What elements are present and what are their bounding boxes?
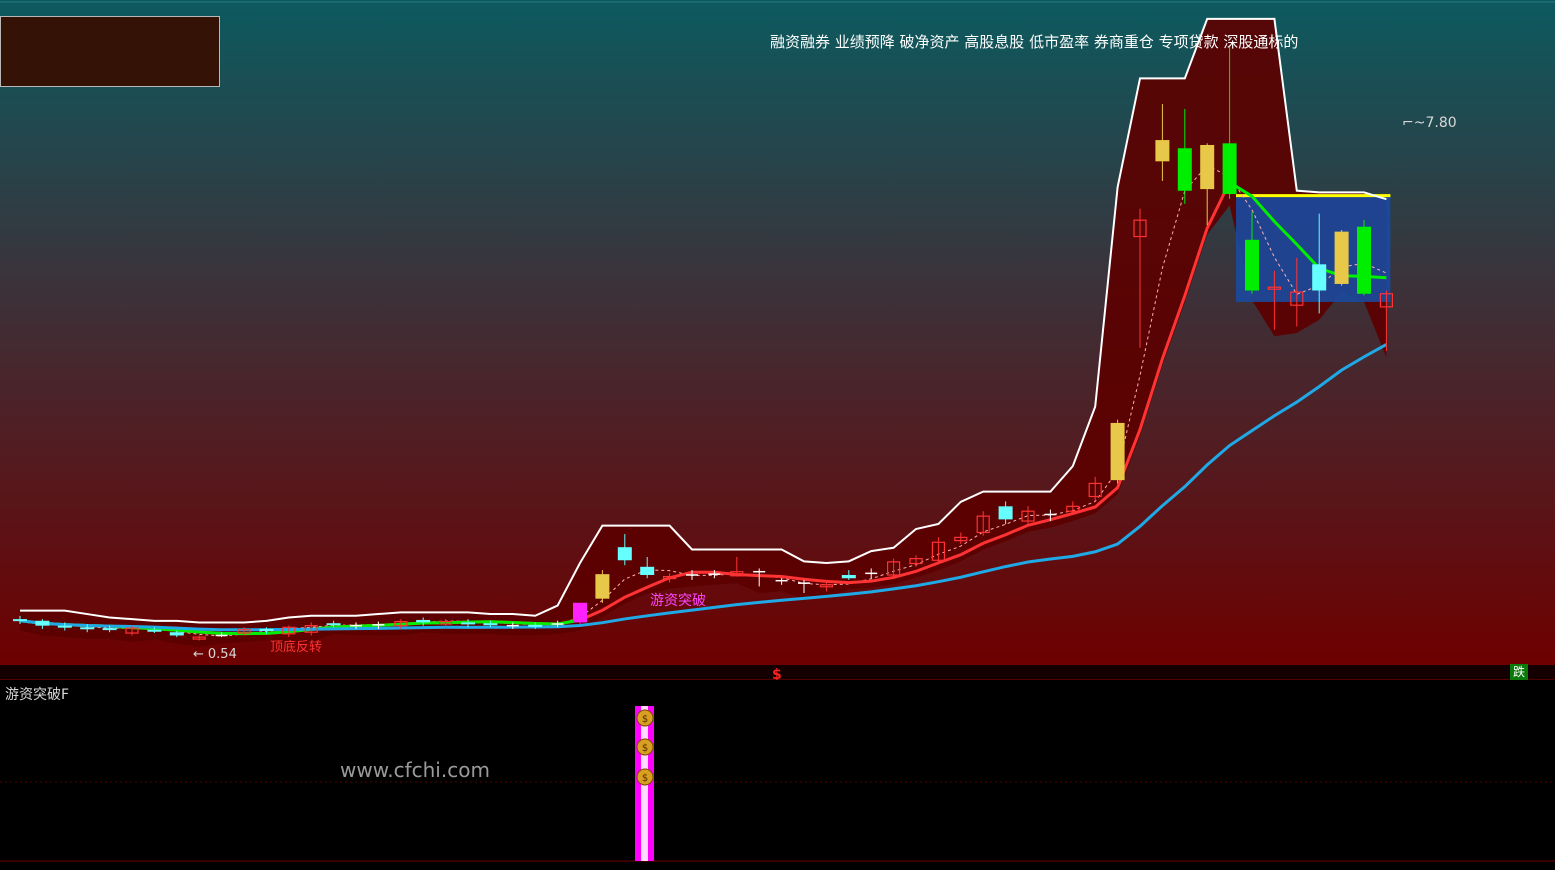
candle-body (1312, 264, 1327, 291)
candle-body (13, 619, 27, 622)
candle-body (259, 628, 274, 631)
candle-body (1177, 148, 1192, 191)
candle-body (169, 632, 184, 636)
money-bag-icon: $ (636, 738, 654, 756)
indicator-title: 游资突破F (5, 687, 70, 703)
candle-body (841, 574, 856, 579)
info-panel (0, 16, 220, 87)
candle-body (1334, 231, 1349, 284)
candle (1334, 229, 1349, 286)
candle-body (147, 629, 162, 632)
down-badge: 跌 (1510, 664, 1528, 680)
candle-body (1110, 422, 1125, 481)
indicator-panel[interactable]: $ $ $ (0, 682, 1555, 866)
candle-body (998, 506, 1013, 520)
reversal-label: 顶底反转 (270, 639, 322, 655)
candle (595, 570, 610, 603)
watermark: www.cfchi.com (340, 758, 490, 782)
candle-body (617, 547, 632, 561)
svg-text:$: $ (642, 714, 648, 725)
candle-body (640, 566, 655, 575)
svg-text:$: $ (642, 773, 648, 784)
money-bag-icon: $ (636, 709, 654, 727)
candle-body (1245, 239, 1259, 291)
candle-body (80, 627, 95, 630)
candle (573, 602, 587, 625)
candle-body (57, 625, 72, 628)
candle-body (1222, 143, 1237, 195)
breakout-label: 游资突破 (650, 593, 706, 609)
candlestick-chart[interactable]: ⌐~7.80 ← 0.54 游资突破 顶底反转 $ (0, 0, 1555, 683)
candle-body (35, 620, 50, 626)
candle-body (461, 622, 475, 625)
dollar-marker: $ (772, 667, 782, 680)
candle-body (1200, 144, 1215, 190)
indicator-chart: $ $ $ (0, 706, 1555, 862)
high-price-label: ⌐~7.80 (1402, 115, 1457, 131)
candle-body (416, 619, 431, 623)
concept-tags: 融资融券 业绩预降 破净资产 高股息股 低市盈率 券商重仓 专项贷款 深股通标的 (770, 33, 1299, 51)
candle (1357, 220, 1371, 296)
candle-body (102, 628, 117, 631)
candle-body (1357, 226, 1371, 294)
candle-body (483, 623, 498, 626)
money-bag-icon: $ (636, 768, 654, 786)
candle-body (595, 574, 610, 599)
candle-body (326, 623, 341, 626)
candle-body (528, 624, 543, 627)
low-price-label: ← 0.54 (193, 647, 237, 662)
candle (1110, 419, 1125, 484)
main-chart-panel[interactable]: ⌐~7.80 ← 0.54 游资突破 顶底反转 $ (0, 0, 1555, 683)
candle-body (573, 602, 587, 623)
svg-text:$: $ (642, 743, 648, 754)
candle-body (1155, 140, 1170, 162)
